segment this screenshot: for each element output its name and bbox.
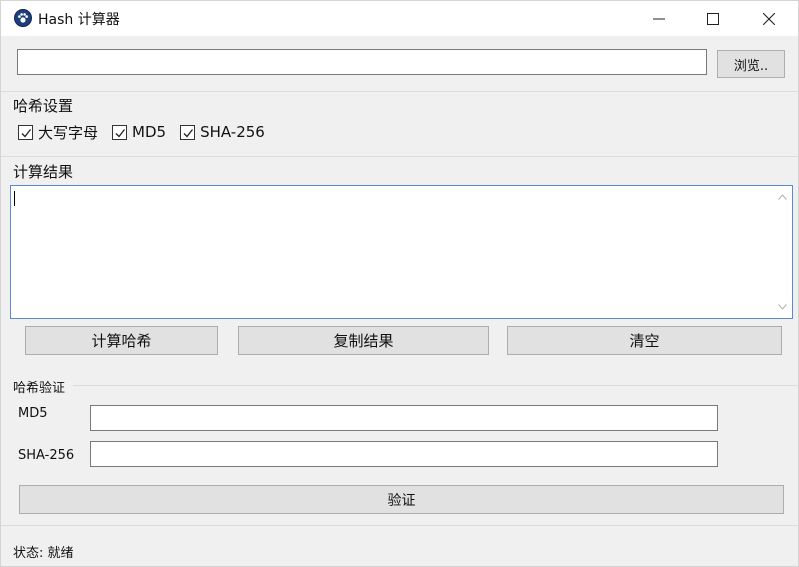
file-path-input[interactable] (17, 49, 707, 75)
copy-result-button[interactable]: 复制结果 (238, 326, 489, 355)
divider (1, 525, 798, 526)
sha256-checkbox-label: SHA-256 (200, 123, 265, 141)
md5-checkbox-label: MD5 (132, 123, 167, 141)
hash-options: 大写字母 MD5 SHA-256 (18, 122, 279, 142)
minimize-icon (653, 18, 665, 19)
divider (1, 156, 798, 157)
checkbox-checked-icon (180, 124, 196, 140)
hash-verify-label: 哈希验证 (13, 381, 66, 396)
checkbox-checked-icon (18, 124, 33, 140)
sha256-field-label: SHA-256 (18, 448, 75, 463)
compute-hash-button[interactable]: 计算哈希 (25, 326, 218, 355)
status-text: 状态: 就绪 (13, 546, 74, 561)
checkbox-checked-icon (112, 124, 128, 140)
minimize-button[interactable] (636, 1, 682, 36)
hash-settings-label: 哈希设置 (13, 97, 74, 115)
clear-button[interactable]: 清空 (507, 326, 782, 355)
close-icon (763, 12, 775, 25)
result-textarea[interactable] (10, 185, 793, 319)
browse-button[interactable]: 浏览.. (717, 50, 785, 78)
uppercase-checkbox-label: 大写字母 (38, 123, 99, 142)
divider (73, 385, 798, 386)
md5-field-label: MD5 (18, 406, 48, 421)
maximize-icon (707, 12, 719, 25)
close-button[interactable] (746, 1, 792, 36)
window-title: Hash 计算器 (38, 12, 120, 28)
md5-checkbox[interactable]: MD5 (112, 123, 166, 141)
md5-verify-input[interactable] (90, 405, 718, 431)
scroll-down-icon[interactable] (778, 304, 787, 310)
uppercase-checkbox[interactable]: 大写字母 (18, 122, 98, 143)
maximize-button[interactable] (690, 1, 736, 36)
scroll-up-icon[interactable] (778, 194, 787, 200)
app-window: Hash 计算器 浏览.. 哈希设置 大写字母 MD5 SHA-256 计算结果… (0, 0, 799, 567)
result-label: 计算结果 (13, 163, 74, 181)
sha256-verify-input[interactable] (90, 441, 718, 467)
app-paw-icon (14, 9, 32, 27)
text-caret (14, 191, 15, 206)
sha256-checkbox[interactable]: SHA-256 (180, 123, 265, 141)
title-bar: Hash 计算器 (1, 1, 798, 36)
verify-button[interactable]: 验证 (19, 485, 784, 514)
divider (1, 91, 798, 92)
